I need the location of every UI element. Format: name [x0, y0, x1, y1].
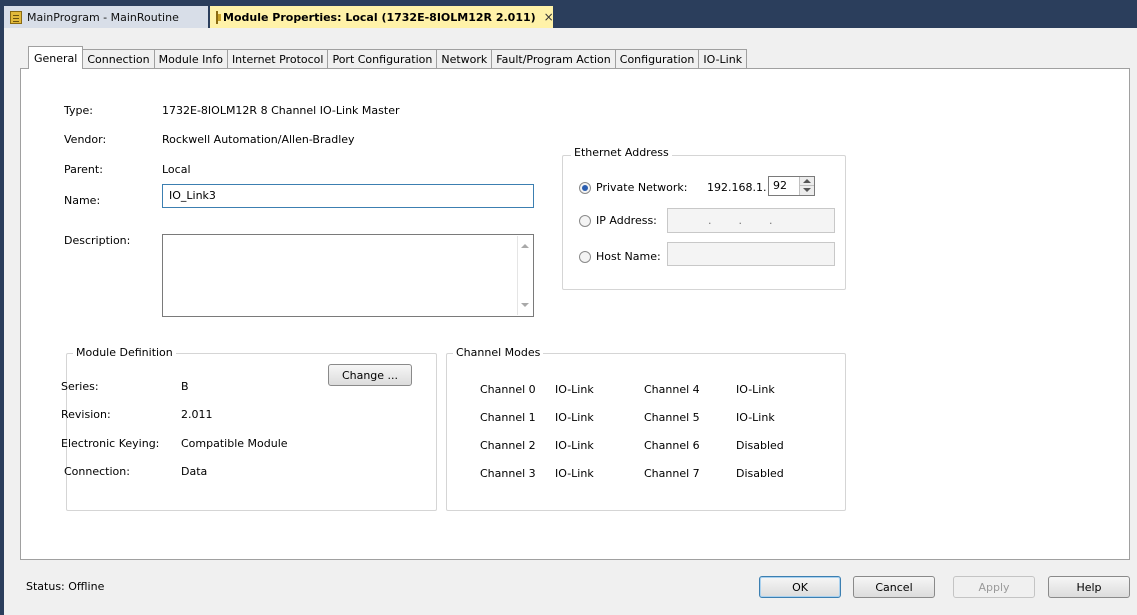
vendor-value: Rockwell Automation/Allen-Bradley: [162, 133, 355, 146]
close-icon[interactable]: ×: [536, 10, 554, 24]
description-field[interactable]: [162, 234, 534, 317]
tab-internet-protocol[interactable]: Internet Protocol: [226, 49, 329, 69]
module-properties-window: General Connection Module Info Internet …: [0, 28, 1137, 615]
help-button[interactable]: Help: [1048, 576, 1130, 598]
tab-general[interactable]: General: [28, 46, 84, 69]
description-scrollbar[interactable]: [517, 236, 532, 315]
private-network-prefix: 192.168.1.: [707, 181, 767, 194]
description-label: Description:: [64, 234, 131, 247]
private-network-stepper[interactable]: 92: [768, 176, 815, 196]
stepper-down-icon[interactable]: [800, 186, 814, 195]
series-label: Series:: [61, 380, 99, 393]
ip-dot: .: [708, 214, 712, 227]
host-name-label: Host Name:: [596, 250, 661, 263]
scroll-up-icon[interactable]: [521, 244, 529, 248]
change-button[interactable]: Change ...: [328, 364, 412, 386]
module-icon: [216, 10, 221, 24]
channel-5-label: Channel 5: [644, 411, 700, 424]
tab-port-configuration[interactable]: Port Configuration: [327, 49, 438, 69]
doc-tab-module-properties[interactable]: Module Properties: Local (1732E-8IOLM12R…: [210, 6, 554, 28]
connection-value: Data: [181, 465, 208, 478]
ip-dot: .: [769, 214, 773, 227]
channel-1-label: Channel 1: [480, 411, 536, 424]
revision-value: 2.011: [181, 408, 213, 421]
stepper-buttons: [799, 177, 814, 195]
routine-icon: [10, 10, 22, 24]
host-name-field[interactable]: [667, 242, 835, 266]
ip-address-label: IP Address:: [596, 214, 657, 227]
name-label: Name:: [64, 194, 101, 207]
doc-tab-main-routine-label: MainProgram - MainRoutine: [27, 10, 179, 24]
electronic-keying-value: Compatible Module: [181, 437, 288, 450]
general-tab-panel: Type: 1732E-8IOLM12R 8 Channel IO-Link M…: [20, 68, 1130, 560]
channel-6-label: Channel 6: [644, 439, 700, 452]
ip-address-field[interactable]: . . .: [667, 208, 835, 233]
vendor-label: Vendor:: [64, 133, 107, 146]
property-tabs: General Connection Module Info Internet …: [28, 46, 748, 69]
parent-label: Parent:: [64, 163, 103, 176]
channel-1-mode: IO-Link: [555, 411, 594, 424]
electronic-keying-label: Electronic Keying:: [61, 437, 160, 450]
channel-modes-group: Channel Modes Channel 0 IO-Link Channel …: [446, 346, 846, 511]
cancel-button[interactable]: Cancel: [853, 576, 935, 598]
tab-fault-program-action[interactable]: Fault/Program Action: [491, 49, 616, 69]
channel-3-mode: IO-Link: [555, 467, 594, 480]
channel-3-label: Channel 3: [480, 467, 536, 480]
tab-io-link[interactable]: IO-Link: [698, 49, 748, 69]
tab-module-info[interactable]: Module Info: [153, 49, 228, 69]
channel-7-label: Channel 7: [644, 467, 700, 480]
module-definition-title: Module Definition: [73, 346, 176, 359]
scroll-down-icon[interactable]: [521, 303, 529, 307]
stepper-up-icon[interactable]: [800, 177, 814, 186]
private-network-radio[interactable]: [579, 182, 591, 194]
connection-label: Connection:: [64, 465, 130, 478]
status-text: Status: Offline: [26, 580, 105, 593]
document-tab-strip: MainProgram - MainRoutine Module Propert…: [0, 0, 1137, 28]
ok-button[interactable]: OK: [759, 576, 841, 598]
channel-2-mode: IO-Link: [555, 439, 594, 452]
ethernet-address-group: Ethernet Address Private Network: 192.16…: [562, 146, 846, 290]
private-network-value: 92: [773, 179, 787, 192]
channel-2-label: Channel 2: [480, 439, 536, 452]
name-field-value: IO_Link3: [169, 189, 216, 202]
revision-label: Revision:: [61, 408, 111, 421]
channel-0-mode: IO-Link: [555, 383, 594, 396]
name-field[interactable]: IO_Link3: [162, 184, 534, 208]
type-label: Type:: [64, 104, 93, 117]
tab-configuration[interactable]: Configuration: [614, 49, 700, 69]
parent-value: Local: [162, 163, 191, 176]
channel-4-label: Channel 4: [644, 383, 700, 396]
ip-address-radio[interactable]: [579, 215, 591, 227]
module-definition-group: Module Definition Series: B Revision: 2.…: [61, 346, 437, 511]
series-value: B: [181, 380, 189, 393]
channel-modes-title: Channel Modes: [453, 346, 544, 359]
channel-7-mode: Disabled: [736, 467, 784, 480]
ethernet-address-title: Ethernet Address: [571, 146, 672, 159]
type-value: 1732E-8IOLM12R 8 Channel IO-Link Master: [162, 104, 400, 117]
private-network-label: Private Network:: [596, 181, 688, 194]
doc-tab-module-properties-label: Module Properties: Local (1732E-8IOLM12R…: [223, 10, 536, 24]
apply-button[interactable]: Apply: [953, 576, 1035, 598]
channel-6-mode: Disabled: [736, 439, 784, 452]
ip-dot: .: [738, 214, 743, 227]
doc-tab-main-routine[interactable]: MainProgram - MainRoutine: [4, 6, 208, 28]
channel-5-mode: IO-Link: [736, 411, 775, 424]
channel-4-mode: IO-Link: [736, 383, 775, 396]
channel-0-label: Channel 0: [480, 383, 536, 396]
ip-address-dots: . . .: [708, 214, 773, 227]
tab-network[interactable]: Network: [436, 49, 493, 69]
host-name-radio[interactable]: [579, 251, 591, 263]
tab-connection[interactable]: Connection: [82, 49, 155, 69]
